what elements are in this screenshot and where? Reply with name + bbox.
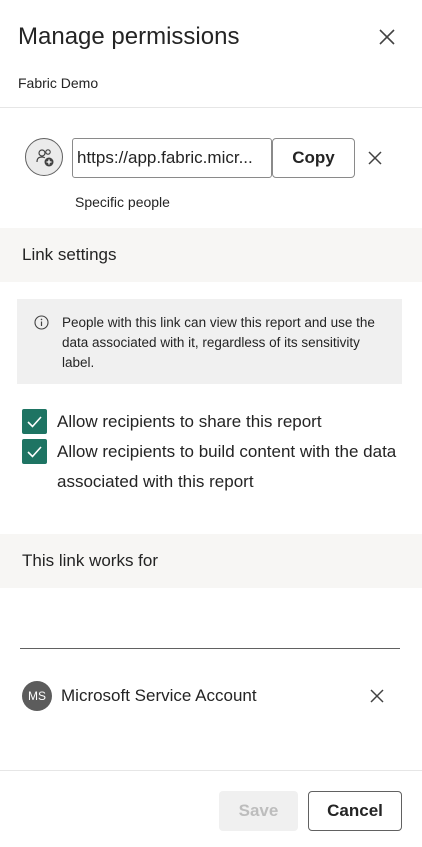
link-settings-header: Link settings bbox=[0, 228, 422, 282]
checkmark-icon bbox=[27, 416, 42, 428]
checkmark-icon bbox=[27, 446, 42, 458]
section-title: Link settings bbox=[22, 245, 117, 264]
person-name: Microsoft Service Account bbox=[61, 686, 257, 705]
link-scope-label: Specific people bbox=[75, 194, 170, 210]
share-report-label[interactable]: Allow recipients to share this report bbox=[57, 407, 397, 437]
people-picker-input[interactable] bbox=[20, 615, 404, 647]
dialog-title: Manage permissions bbox=[18, 23, 240, 50]
copy-button[interactable]: Copy bbox=[272, 138, 355, 178]
divider bbox=[0, 770, 422, 771]
close-icon[interactable] bbox=[365, 684, 389, 708]
avatar: MS bbox=[22, 681, 52, 711]
close-icon[interactable] bbox=[374, 24, 400, 50]
section-title: This link works for bbox=[22, 551, 159, 570]
info-icon bbox=[34, 315, 49, 330]
link-url-field[interactable] bbox=[72, 138, 272, 178]
add-people-icon bbox=[36, 149, 54, 167]
divider bbox=[0, 107, 422, 108]
share-report-checkbox[interactable] bbox=[22, 409, 47, 434]
build-content-checkbox[interactable] bbox=[22, 439, 47, 464]
close-icon[interactable] bbox=[363, 146, 387, 170]
save-button[interactable]: Save bbox=[219, 791, 298, 831]
info-text: People with this link can view this repo… bbox=[62, 315, 375, 370]
item-name: Fabric Demo bbox=[18, 75, 99, 91]
input-underline bbox=[20, 648, 400, 649]
build-content-label[interactable]: Allow recipients to build content with t… bbox=[57, 437, 397, 497]
add-people-button[interactable] bbox=[25, 138, 63, 176]
cancel-button[interactable]: Cancel bbox=[308, 791, 402, 831]
info-message: People with this link can view this repo… bbox=[17, 299, 402, 384]
works-for-header: This link works for bbox=[0, 534, 422, 588]
